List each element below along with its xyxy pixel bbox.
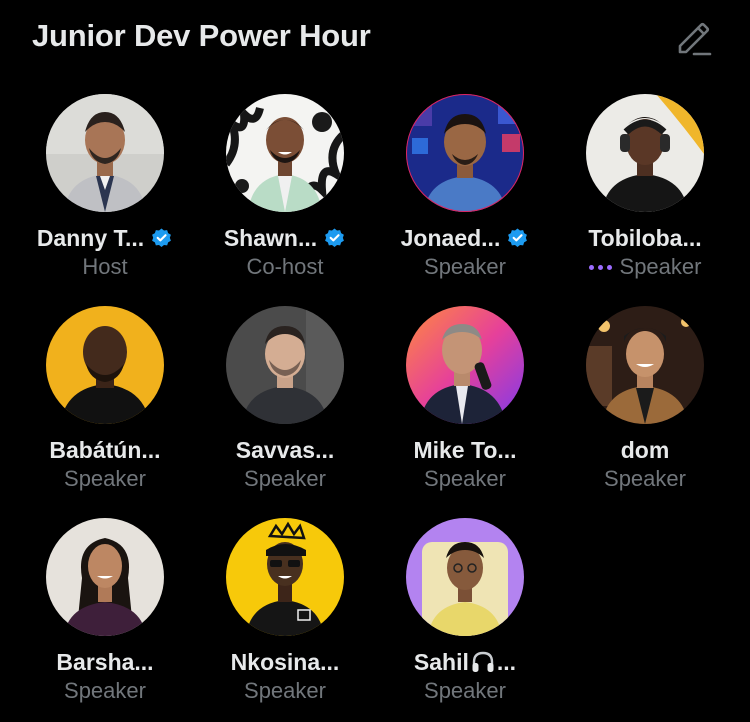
participant-name: Tobiloba... <box>588 224 702 251</box>
participant-tile[interactable]: Sahil... Speaker <box>375 516 555 722</box>
participant-name: Shawn... <box>223 224 318 251</box>
participant-tile[interactable]: Barsha... Speaker <box>15 516 195 722</box>
participant-name: Savvas... <box>235 436 335 463</box>
avatar[interactable] <box>226 94 344 212</box>
participant-tile[interactable]: Jonaed... Speaker <box>375 92 555 304</box>
avatar[interactable] <box>226 306 344 424</box>
participant-role: Speaker <box>619 254 702 279</box>
participant-role: Speaker <box>424 254 506 279</box>
verified-badge-icon <box>152 227 172 247</box>
space-title: Junior Dev Power Hour <box>32 18 371 53</box>
avatar[interactable] <box>46 306 164 424</box>
participant-role: Co-host <box>246 254 324 279</box>
edit-button[interactable] <box>672 16 716 60</box>
participant-role: Speaker <box>64 678 146 703</box>
participant-name: dom <box>620 436 670 463</box>
participant-tile[interactable]: Babátún... Speaker <box>15 304 195 516</box>
participant-role: Speaker <box>64 466 146 491</box>
participants-row: Danny T... Host Shawn... Co-host Jonaed.… <box>15 92 735 304</box>
participant-tile[interactable]: Tobiloba... Speaker <box>555 92 735 304</box>
avatar[interactable] <box>406 94 524 212</box>
avatar[interactable] <box>586 306 704 424</box>
participant-tile[interactable]: Nkosina... Speaker <box>195 516 375 722</box>
avatar[interactable] <box>226 518 344 636</box>
avatar[interactable] <box>406 306 524 424</box>
participant-role: Speaker <box>604 466 686 491</box>
participant-role: Speaker <box>244 678 326 703</box>
participant-name: Babátún... <box>49 436 161 463</box>
participant-role: Speaker <box>424 466 506 491</box>
participant-tile[interactable]: Savvas... Speaker <box>195 304 375 516</box>
participant-name: Mike To... <box>413 436 517 463</box>
headphones-icon <box>472 651 494 672</box>
participant-name: Jonaed... <box>400 224 501 251</box>
avatar[interactable] <box>406 518 524 636</box>
participant-name: Barsha... <box>56 648 154 675</box>
participants-row: Babátún... Speaker Savvas... Speaker Mik… <box>15 304 735 516</box>
participant-name: Nkosina... <box>230 648 340 675</box>
participant-role: Speaker <box>424 678 506 703</box>
avatar[interactable] <box>46 94 164 212</box>
participant-role: Speaker <box>244 466 326 491</box>
participants-grid: Danny T... Host Shawn... Co-host Jonaed.… <box>15 92 735 722</box>
speaking-dots-icon <box>588 264 612 270</box>
verified-badge-icon <box>508 227 528 247</box>
participant-name: Sahil... <box>413 648 517 675</box>
participant-tile[interactable]: Mike To... Speaker <box>375 304 555 516</box>
participant-tile[interactable]: dom Speaker <box>555 304 735 516</box>
space-header: Junior Dev Power Hour <box>32 14 722 58</box>
avatar[interactable] <box>586 94 704 212</box>
participant-tile[interactable]: Danny T... Host <box>15 92 195 304</box>
participants-row: Barsha... Speaker Nkosina... Speaker Sah… <box>15 516 735 722</box>
participant-role: Host <box>82 254 128 279</box>
verified-badge-icon <box>325 227 345 247</box>
avatar[interactable] <box>46 518 164 636</box>
participant-tile[interactable]: Shawn... Co-host <box>195 92 375 304</box>
edit-pencil-icon <box>678 22 712 56</box>
participant-name: Danny T... <box>36 224 145 251</box>
